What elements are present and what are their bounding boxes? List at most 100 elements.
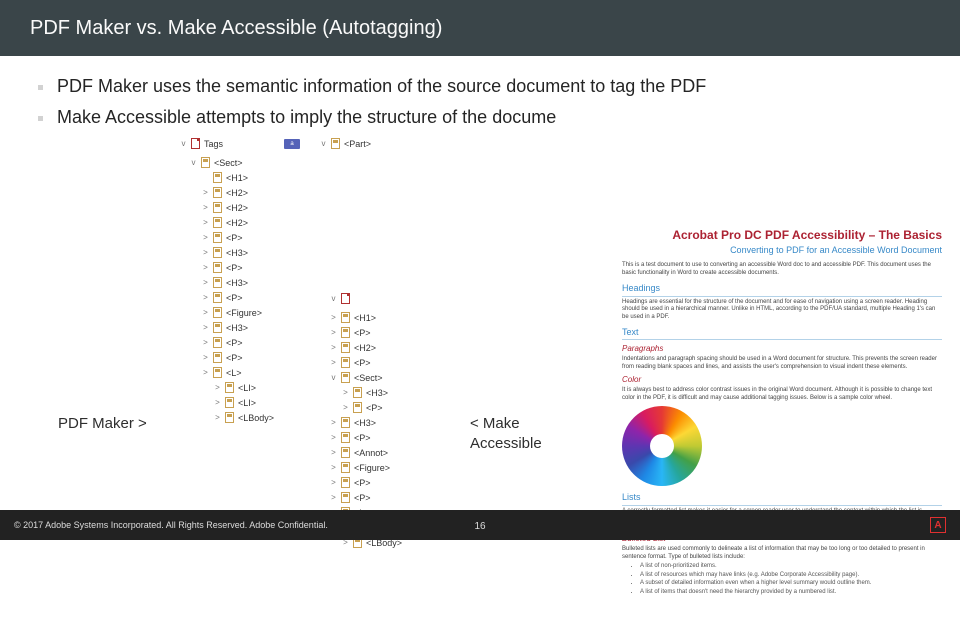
- tree-item[interactable]: v<Sect>: [180, 155, 300, 170]
- tree-item-label: <LI>: [238, 398, 256, 408]
- tags-root-icon: [191, 138, 200, 149]
- chevron-right-icon: >: [202, 233, 209, 242]
- chevron-right-icon: >: [214, 413, 221, 422]
- chevron-right-icon: >: [342, 403, 349, 412]
- tree-item-label: <H2>: [226, 218, 248, 228]
- tag-icon: [201, 157, 210, 168]
- chevron-right-icon: >: [330, 418, 337, 427]
- chevron-down-icon: v: [180, 139, 187, 148]
- doc-title: Acrobat Pro DC PDF Accessibility – The B…: [622, 228, 942, 243]
- tree-item[interactable]: ><P>: [180, 290, 300, 305]
- tag-icon: [341, 327, 350, 338]
- tree-item[interactable]: ><H3>: [320, 415, 440, 430]
- tree-item[interactable]: <H1>: [180, 170, 300, 185]
- chevron-right-icon: >: [330, 343, 337, 352]
- tree-item-label: <Annot>: [354, 448, 388, 458]
- doc-heading-text: Text: [622, 327, 942, 340]
- tag-icon: [213, 277, 222, 288]
- tree-item[interactable]: ><Figure>: [320, 460, 440, 475]
- tree-item-label: <P>: [226, 263, 243, 273]
- tree-item[interactable]: v<Sect>: [320, 370, 440, 385]
- chevron-right-icon: >: [330, 328, 337, 337]
- tree-item-label: <P>: [354, 358, 371, 368]
- tag-icon: [353, 387, 362, 398]
- chevron-right-icon: >: [330, 313, 337, 322]
- chevron-down-icon: v: [330, 373, 337, 382]
- doc-bulleted-list: A list of non-prioritized items. A list …: [632, 563, 942, 596]
- tree-item[interactable]: > <P>: [320, 430, 440, 445]
- tree-item[interactable]: ><P>: [320, 490, 440, 505]
- tree-item-label: <L>: [226, 368, 242, 378]
- tree-item[interactable]: ><P>: [320, 400, 440, 415]
- tag-icon: [341, 372, 350, 383]
- tree-item-label: <H2>: [226, 188, 248, 198]
- tree-item[interactable]: ><P>: [180, 335, 300, 350]
- tree-item-label: <LI>: [238, 383, 256, 393]
- tag-icon: [213, 262, 222, 273]
- tag-icon: [213, 337, 222, 348]
- tag-icon: [213, 352, 222, 363]
- tag-icon: [225, 412, 234, 423]
- tree-item-label: <P>: [226, 353, 243, 363]
- tag-icon: [341, 447, 350, 458]
- tag-icon: [225, 397, 234, 408]
- chevron-right-icon: >: [202, 293, 209, 302]
- tags-panel-makeaccessible: v <Part> v ><H1>><P>><H2>><P>v<Sect>><H3…: [320, 136, 440, 550]
- tree-item[interactable]: ><H3>: [180, 275, 300, 290]
- chevron-right-icon: >: [202, 308, 209, 317]
- tree-item[interactable]: ><LBody>: [180, 410, 300, 425]
- doc-paragraph: It is always best to address color contr…: [622, 387, 942, 402]
- tree-item[interactable]: ><H2>: [180, 200, 300, 215]
- tag-icon: [213, 367, 222, 378]
- tree-item[interactable]: ><L>: [180, 365, 300, 380]
- tree-item[interactable]: > <P>: [180, 350, 300, 365]
- tree-item[interactable]: > <P>: [320, 325, 440, 340]
- tree-root[interactable]: v Tags a: [180, 136, 300, 151]
- doc-list-item: A list of resources which may have links…: [640, 572, 942, 580]
- doc-paragraph: Headings are essential for the structure…: [622, 299, 942, 322]
- tree-item-label: <P>: [354, 433, 371, 443]
- tag-icon: [213, 247, 222, 258]
- tag-icon: [341, 492, 350, 503]
- chevron-down-icon: v: [190, 158, 197, 167]
- tree-item[interactable]: > <LI>: [180, 380, 300, 395]
- tree-item[interactable]: ><H1>: [320, 310, 440, 325]
- tree-item[interactable]: ><H3>: [180, 320, 300, 335]
- chevron-right-icon: >: [330, 358, 337, 367]
- adobe-logo-icon: A: [930, 517, 946, 533]
- page-number: 16: [474, 521, 485, 532]
- tree-item[interactable]: ><Figure>: [180, 305, 300, 320]
- bullet-text: Make Accessible attempts to imply the st…: [57, 107, 556, 128]
- doc-list-item: A list of non-prioritized items.: [640, 563, 942, 571]
- tree-item[interactable]: ><P>: [320, 475, 440, 490]
- tree-item[interactable]: ><Annot>: [320, 445, 440, 460]
- tree-item-label: <P>: [354, 328, 371, 338]
- tree-root[interactable]: v <Part>: [320, 136, 440, 151]
- chevron-right-icon: >: [202, 353, 209, 362]
- doc-paragraph: Indentations and paragraph spacing shoul…: [622, 356, 942, 371]
- tag-icon: [341, 432, 350, 443]
- chevron-right-icon: >: [214, 383, 221, 392]
- tag-icon: [213, 322, 222, 333]
- tree-item[interactable]: ><H2>: [320, 340, 440, 355]
- tree-item[interactable]: > <P>: [180, 230, 300, 245]
- tag-icon: [213, 172, 222, 183]
- bullet-item: Make Accessible attempts to imply the st…: [38, 107, 926, 128]
- chevron-down-icon: v: [330, 294, 337, 303]
- tree-root-label: Tags: [204, 139, 223, 149]
- tree-item[interactable]: ><H2>: [180, 185, 300, 200]
- tree-item-label: <P>: [226, 233, 243, 243]
- tree-item[interactable]: > <P>: [320, 355, 440, 370]
- tree-item[interactable]: ><H3>: [180, 245, 300, 260]
- tree-item[interactable]: > <LI>: [180, 395, 300, 410]
- tree-root-secondary[interactable]: v: [320, 291, 440, 306]
- doc-heading-headings: Headings: [622, 283, 942, 296]
- tag-icon: [213, 202, 222, 213]
- chevron-right-icon: >: [214, 398, 221, 407]
- chevron-right-icon: >: [330, 433, 337, 442]
- bullet-icon: [38, 85, 43, 90]
- chevron-down-icon: v: [320, 139, 327, 148]
- tree-item[interactable]: ><H2>: [180, 215, 300, 230]
- tree-item[interactable]: ><P>: [180, 260, 300, 275]
- tree-item[interactable]: ><H3>: [320, 385, 440, 400]
